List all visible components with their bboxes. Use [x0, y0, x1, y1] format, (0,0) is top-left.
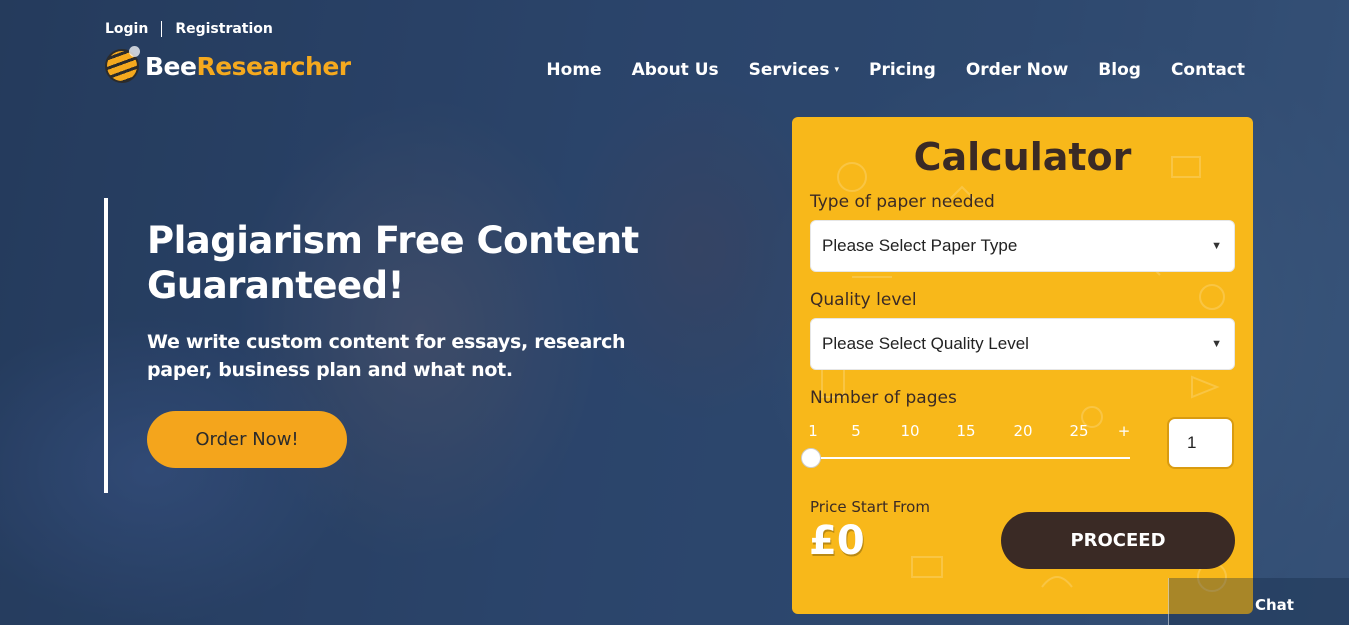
- slider-tick-plus: +: [1117, 422, 1131, 440]
- price-calculator: Calculator Type of paper needed Please S…: [792, 117, 1253, 614]
- nav-home[interactable]: Home: [546, 60, 601, 80]
- nav-services-label: Services: [748, 60, 830, 80]
- account-links: Login Registration: [105, 21, 273, 37]
- pages-label: Number of pages: [810, 388, 957, 408]
- slider-tick: 25: [1069, 422, 1089, 440]
- main-nav: Home About Us Services ▾ Pricing Order No…: [546, 60, 1245, 80]
- nav-blog[interactable]: Blog: [1098, 60, 1141, 80]
- quality-level-value: Please Select Quality Level: [822, 334, 1029, 353]
- paper-type-label: Type of paper needed: [810, 192, 995, 212]
- dropdown-arrow-icon: ▼: [1211, 240, 1222, 252]
- registration-link[interactable]: Registration: [175, 21, 273, 37]
- quality-level-label: Quality level: [810, 290, 917, 310]
- login-link[interactable]: Login: [105, 21, 148, 37]
- site-logo[interactable]: BeeResearcher: [105, 46, 351, 83]
- proceed-button[interactable]: PROCEED: [1001, 512, 1235, 569]
- hero-accent-bar: [104, 198, 108, 493]
- nav-pricing[interactable]: Pricing: [869, 60, 936, 80]
- pages-slider-handle[interactable]: [801, 448, 821, 468]
- logo-text: BeeResearcher: [145, 52, 351, 81]
- slider-tick: 10: [900, 422, 920, 440]
- bee-icon: [105, 46, 140, 83]
- nav-contact[interactable]: Contact: [1171, 60, 1245, 80]
- quality-level-select[interactable]: Please Select Quality Level ▼: [810, 318, 1235, 370]
- slider-tick: 1: [808, 422, 818, 440]
- chevron-down-icon: ▾: [834, 65, 839, 75]
- slider-tick: 5: [851, 422, 861, 440]
- paper-type-select[interactable]: Please Select Paper Type ▼: [810, 220, 1235, 272]
- price-label: Price Start From: [810, 498, 930, 516]
- logo-text-bee: Bee: [145, 51, 197, 81]
- pages-input[interactable]: 1: [1167, 417, 1234, 469]
- nav-services[interactable]: Services ▾: [749, 60, 839, 80]
- hero-subtitle: We write custom content for essays, rese…: [147, 331, 626, 381]
- dropdown-arrow-icon: ▼: [1211, 338, 1222, 350]
- chat-label[interactable]: Chat: [1255, 596, 1294, 614]
- slider-tick: 15: [956, 422, 976, 440]
- logo-text-researcher: Researcher: [196, 51, 351, 81]
- paper-type-value: Please Select Paper Type: [822, 236, 1018, 255]
- order-now-button[interactable]: Order Now!: [147, 411, 347, 468]
- nav-order-now[interactable]: Order Now: [966, 60, 1068, 80]
- calculator-title: Calculator: [913, 135, 1132, 179]
- hero-title: Plagiarism Free Content Guaranteed!: [147, 219, 639, 307]
- slider-tick: 20: [1013, 422, 1033, 440]
- nav-about-us[interactable]: About Us: [632, 60, 719, 80]
- link-divider: [161, 21, 163, 37]
- price-value: £0: [809, 518, 865, 564]
- pages-slider-track[interactable]: [810, 457, 1130, 459]
